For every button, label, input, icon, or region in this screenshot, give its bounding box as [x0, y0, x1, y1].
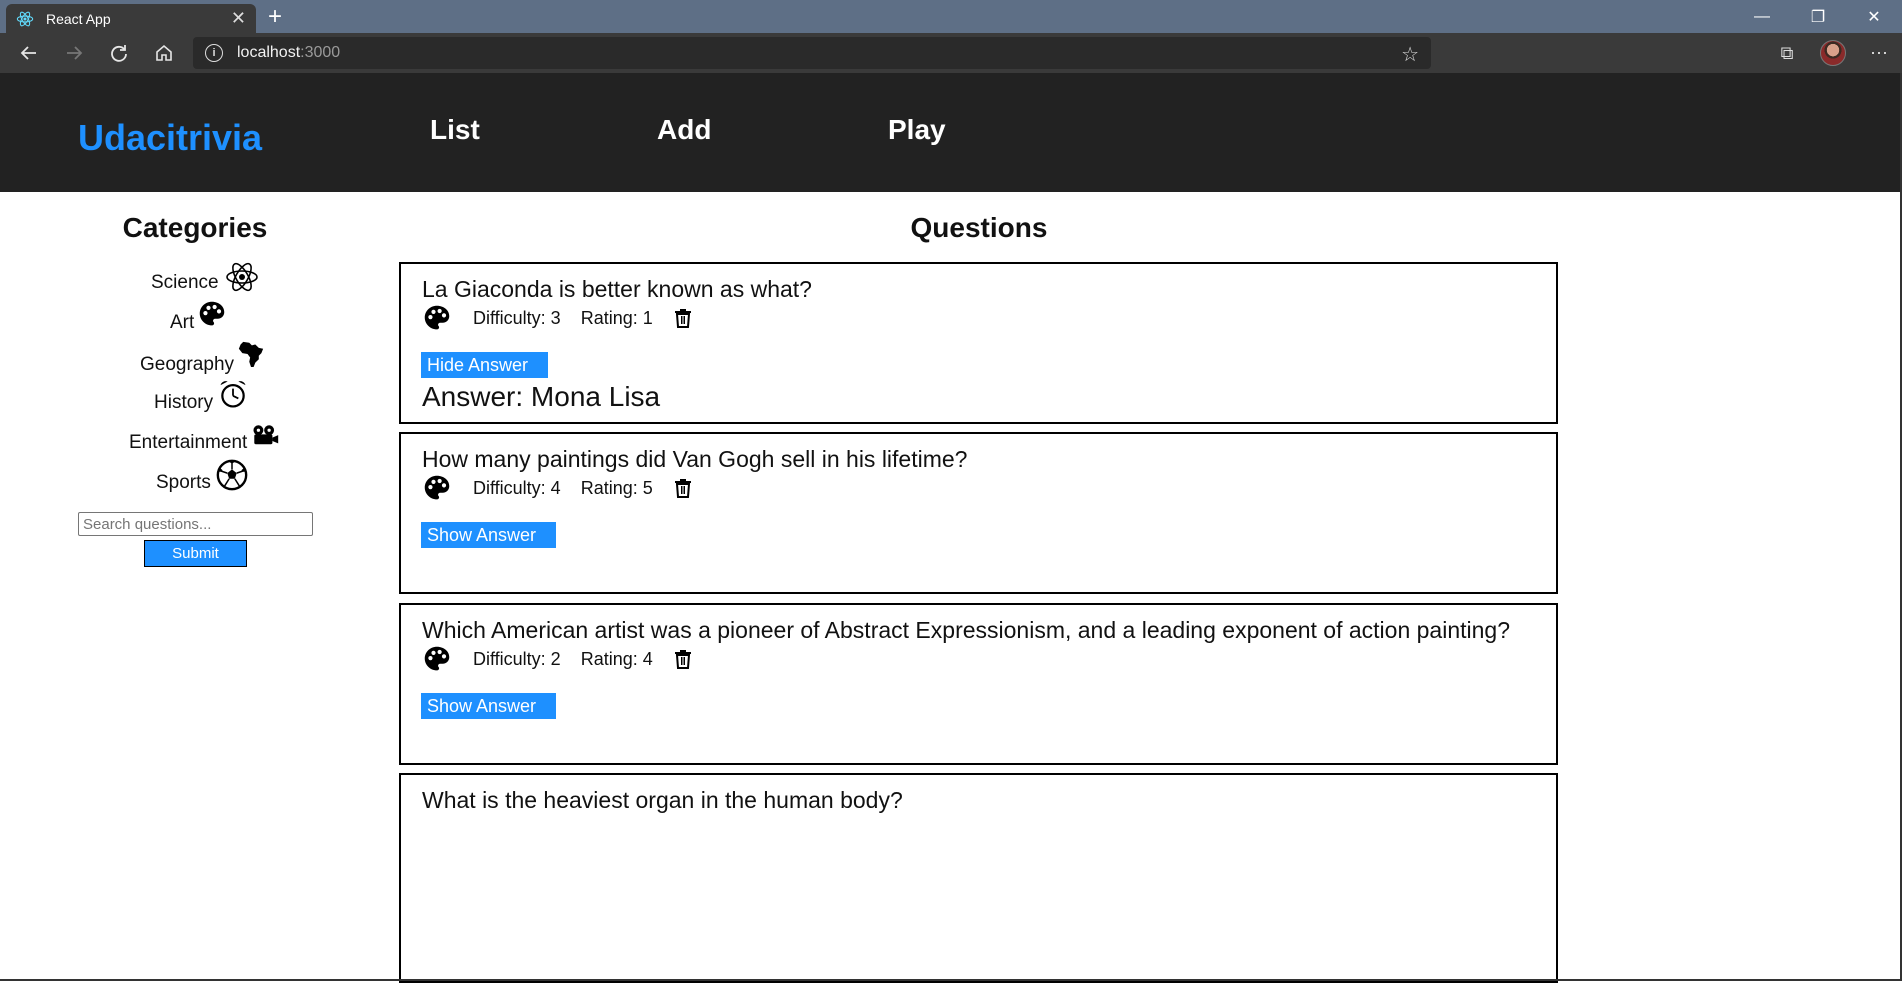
- category-geography[interactable]: Geography: [140, 341, 264, 376]
- question-answer: Answer: Mona Lisa: [422, 381, 661, 412]
- question-rating: Rating: 4: [580, 648, 653, 669]
- url-host: localhost: [237, 44, 301, 61]
- category-label: Science: [151, 272, 219, 293]
- category-label: Art: [170, 312, 195, 333]
- category-entertainment[interactable]: Entertainment: [129, 420, 279, 454]
- categories-title: Categories: [122, 212, 268, 243]
- app-header: Udacitrivia List Add Play: [0, 73, 1900, 192]
- forward-icon[interactable]: [51, 33, 96, 73]
- film-projector-icon: [253, 425, 279, 445]
- palette-icon: [423, 645, 451, 673]
- nav-list[interactable]: List: [430, 114, 480, 146]
- url-port: :3000: [300, 44, 341, 61]
- question-rating: Rating: 1: [580, 307, 653, 328]
- category-label: Sports: [156, 472, 211, 493]
- question-card: Which American artist was a pioneer of A…: [399, 603, 1558, 765]
- submit-button[interactable]: Submit: [144, 540, 247, 567]
- back-icon[interactable]: [6, 33, 51, 73]
- question-card: How many paintings did Van Gogh sell in …: [399, 432, 1558, 594]
- category-sports[interactable]: Sports: [156, 459, 249, 494]
- restore-icon[interactable]: ❐: [1790, 0, 1846, 33]
- category-label: Entertainment: [129, 432, 248, 453]
- question-text: La Giaconda is better known as what?: [422, 276, 812, 302]
- soccer-ball-icon: [216, 459, 248, 491]
- new-tab-icon[interactable]: +: [268, 4, 282, 30]
- question-rating: Rating: 5: [580, 477, 653, 498]
- questions-title: Questions: [910, 212, 1048, 243]
- delete-trash-icon[interactable]: [673, 478, 693, 498]
- search-input[interactable]: [78, 512, 313, 536]
- more-menu-icon[interactable]: ⋯: [1856, 33, 1902, 73]
- site-info-icon[interactable]: i: [205, 44, 223, 62]
- delete-trash-icon[interactable]: [673, 649, 693, 669]
- browser-tab[interactable]: React App ✕: [6, 4, 256, 33]
- question-text: What is the heaviest organ in the human …: [422, 787, 903, 813]
- question-card: What is the heaviest organ in the human …: [399, 773, 1558, 983]
- delete-trash-icon[interactable]: [673, 308, 693, 328]
- palette-icon: [423, 474, 451, 502]
- atom-icon: [225, 262, 258, 292]
- question-text: Which American artist was a pioneer of A…: [422, 617, 1510, 643]
- question-card: La Giaconda is better known as what? Dif…: [399, 262, 1558, 424]
- show-answer-button[interactable]: Show Answer: [421, 693, 557, 719]
- favorite-star-icon[interactable]: ☆: [1401, 42, 1419, 67]
- refresh-icon[interactable]: [96, 33, 141, 73]
- browser-toolbar: i localhost :3000 ☆ ⧉ ⋯: [0, 33, 1902, 73]
- palette-icon: [423, 304, 451, 332]
- africa-icon: [238, 341, 264, 367]
- address-bar[interactable]: i localhost :3000 ☆: [193, 37, 1431, 69]
- react-logo-icon: [16, 10, 34, 28]
- nav-play[interactable]: Play: [888, 114, 946, 146]
- nav-add[interactable]: Add: [657, 114, 711, 146]
- avatar: [1820, 40, 1846, 66]
- tab-close-icon[interactable]: ✕: [231, 8, 246, 29]
- clock-icon: [220, 381, 246, 408]
- question-difficulty: Difficulty: 2: [473, 648, 561, 669]
- show-answer-button[interactable]: Show Answer: [421, 522, 557, 548]
- brand-title[interactable]: Udacitrivia: [78, 117, 262, 159]
- question-difficulty: Difficulty: 3: [473, 307, 561, 328]
- profile-avatar[interactable]: [1810, 33, 1856, 73]
- question-text: How many paintings did Van Gogh sell in …: [422, 446, 968, 472]
- collections-icon[interactable]: ⧉: [1764, 33, 1810, 73]
- hide-answer-button[interactable]: Hide Answer: [421, 352, 549, 378]
- category-art[interactable]: Art: [170, 300, 226, 334]
- category-label: Geography: [140, 354, 235, 375]
- tab-title: React App: [46, 10, 111, 27]
- category-history[interactable]: History: [154, 380, 249, 414]
- palette-icon: [198, 300, 226, 328]
- browser-titlebar: React App ✕ + — ❐ ✕: [0, 0, 1902, 33]
- question-difficulty: Difficulty: 4: [473, 477, 561, 498]
- category-science[interactable]: Science: [151, 260, 261, 296]
- close-window-icon[interactable]: ✕: [1846, 0, 1902, 33]
- minimize-icon[interactable]: —: [1734, 0, 1790, 33]
- category-label: History: [154, 392, 214, 413]
- home-icon[interactable]: [141, 33, 186, 73]
